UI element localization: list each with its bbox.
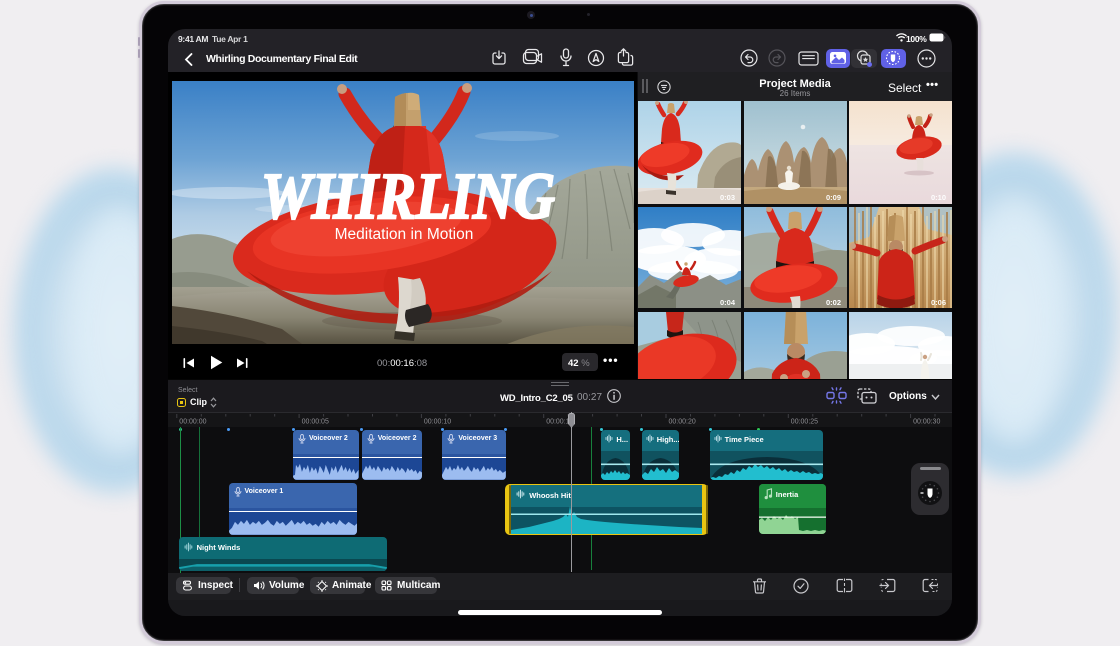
svg-text:00:00:20: 00:00:20 bbox=[669, 419, 696, 426]
svg-text:00:00:05: 00:00:05 bbox=[302, 419, 329, 426]
svg-text:00:00:10: 00:00:10 bbox=[424, 419, 451, 426]
svg-text:0:03: 0:03 bbox=[720, 193, 735, 202]
svg-text:0:06: 0:06 bbox=[931, 298, 946, 307]
svg-text:00:00:30: 00:00:30 bbox=[913, 419, 940, 426]
svg-text:00:00:00: 00:00:00 bbox=[179, 419, 206, 426]
svg-text:0:10: 0:10 bbox=[931, 193, 946, 202]
svg-text:0:09: 0:09 bbox=[825, 193, 840, 202]
svg-text:WHIRLING: WHIRLING bbox=[261, 160, 555, 233]
svg-text:0:04: 0:04 bbox=[720, 298, 736, 307]
svg-text:00:00:25: 00:00:25 bbox=[791, 419, 818, 426]
svg-text:Meditation in Motion: Meditation in Motion bbox=[335, 226, 474, 243]
svg-text:0:02: 0:02 bbox=[825, 298, 840, 307]
